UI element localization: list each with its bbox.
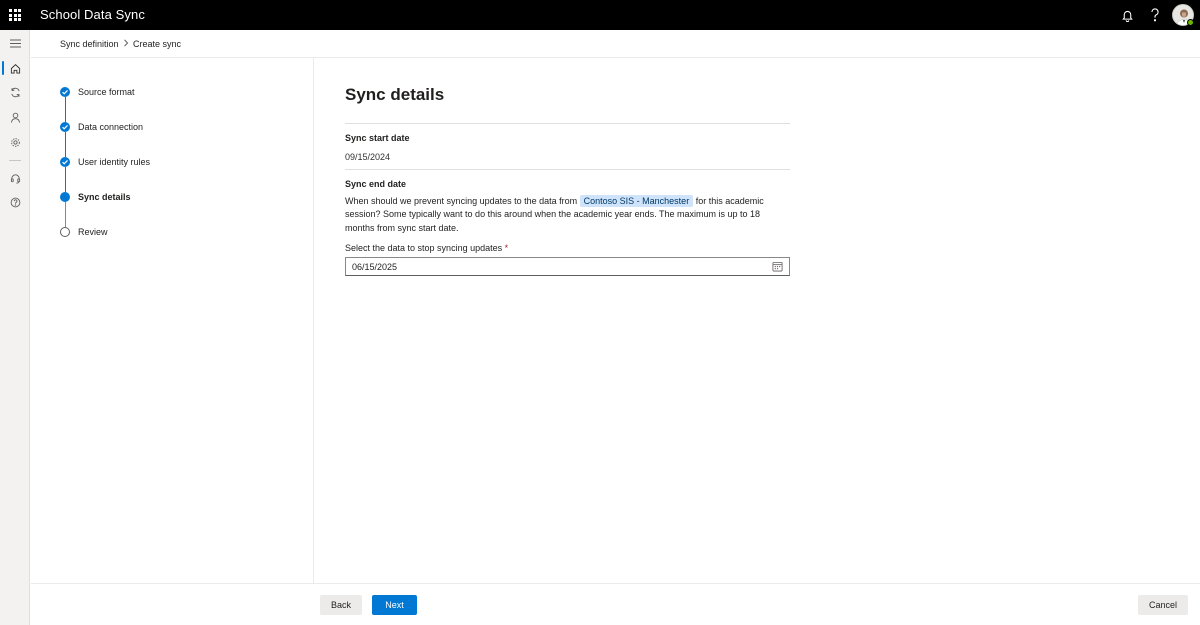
- step-label: Sync details: [78, 192, 131, 202]
- step-label: User identity rules: [78, 157, 151, 167]
- person-icon[interactable]: [0, 106, 30, 128]
- chevron-right-icon: [123, 39, 129, 49]
- divider: [345, 123, 790, 124]
- sync-icon[interactable]: [0, 81, 30, 103]
- description-text: When should we prevent syncing updates t…: [345, 196, 580, 206]
- app-launcher-icon[interactable]: [9, 9, 21, 21]
- breadcrumb-sync-definition[interactable]: Sync definition: [60, 39, 119, 49]
- breadcrumb-create-sync: Create sync: [133, 39, 182, 49]
- checkmark-icon: [60, 87, 70, 97]
- presence-status-icon: [1187, 19, 1194, 26]
- checkmark-icon: [60, 157, 70, 167]
- end-date-field-label: Select the data to stop syncing updates …: [345, 243, 508, 253]
- sync-end-date-label: Sync end date: [345, 179, 407, 189]
- step-connector: [65, 97, 66, 122]
- home-icon[interactable]: [0, 57, 30, 79]
- source-name-tag: Contoso SIS - Manchester: [579, 195, 694, 207]
- settings-gear-icon[interactable]: [0, 131, 30, 153]
- question-icon[interactable]: [0, 191, 30, 213]
- step-connector: [65, 202, 66, 227]
- step-label: Data connection: [78, 122, 144, 132]
- step-connector: [65, 132, 66, 157]
- empty-step-circle-icon: [60, 227, 70, 237]
- sync-start-date-label: Sync start date: [345, 133, 410, 143]
- calendar-icon[interactable]: [772, 261, 783, 272]
- divider: [345, 169, 790, 170]
- hamburger-menu-icon[interactable]: [0, 32, 30, 54]
- next-button[interactable]: Next: [372, 595, 417, 615]
- step-connector: [65, 167, 66, 192]
- end-date-value[interactable]: 06/15/2025: [352, 262, 397, 272]
- current-step-dot-icon: [60, 192, 70, 202]
- bell-icon[interactable]: [1118, 6, 1136, 24]
- left-rail: [0, 30, 30, 625]
- app-title: School Data Sync: [40, 7, 145, 22]
- top-bar: School Data Sync: [0, 0, 1200, 30]
- step-label: Source format: [78, 87, 135, 97]
- end-date-picker[interactable]: 06/15/2025: [345, 257, 790, 276]
- wizard-steps: Source format Data connection User ident…: [31, 58, 314, 583]
- help-icon[interactable]: [1146, 6, 1164, 24]
- checkmark-icon: [60, 122, 70, 132]
- sync-start-date-value: 09/15/2024: [345, 152, 391, 162]
- headset-icon[interactable]: [0, 167, 30, 189]
- footer-actions: Back Next Cancel: [31, 583, 1200, 625]
- sync-end-date-description: When should we prevent syncing updates t…: [345, 195, 785, 235]
- step-label: Review: [78, 227, 108, 237]
- required-marker: *: [504, 243, 509, 253]
- cancel-button[interactable]: Cancel: [1138, 595, 1188, 615]
- breadcrumb: Sync definition Create sync: [31, 30, 1200, 58]
- end-date-field-label-text: Select the data to stop syncing updates: [345, 243, 503, 253]
- rail-divider: [9, 160, 21, 161]
- page-title: Sync details: [345, 85, 445, 104]
- back-button[interactable]: Back: [320, 595, 362, 615]
